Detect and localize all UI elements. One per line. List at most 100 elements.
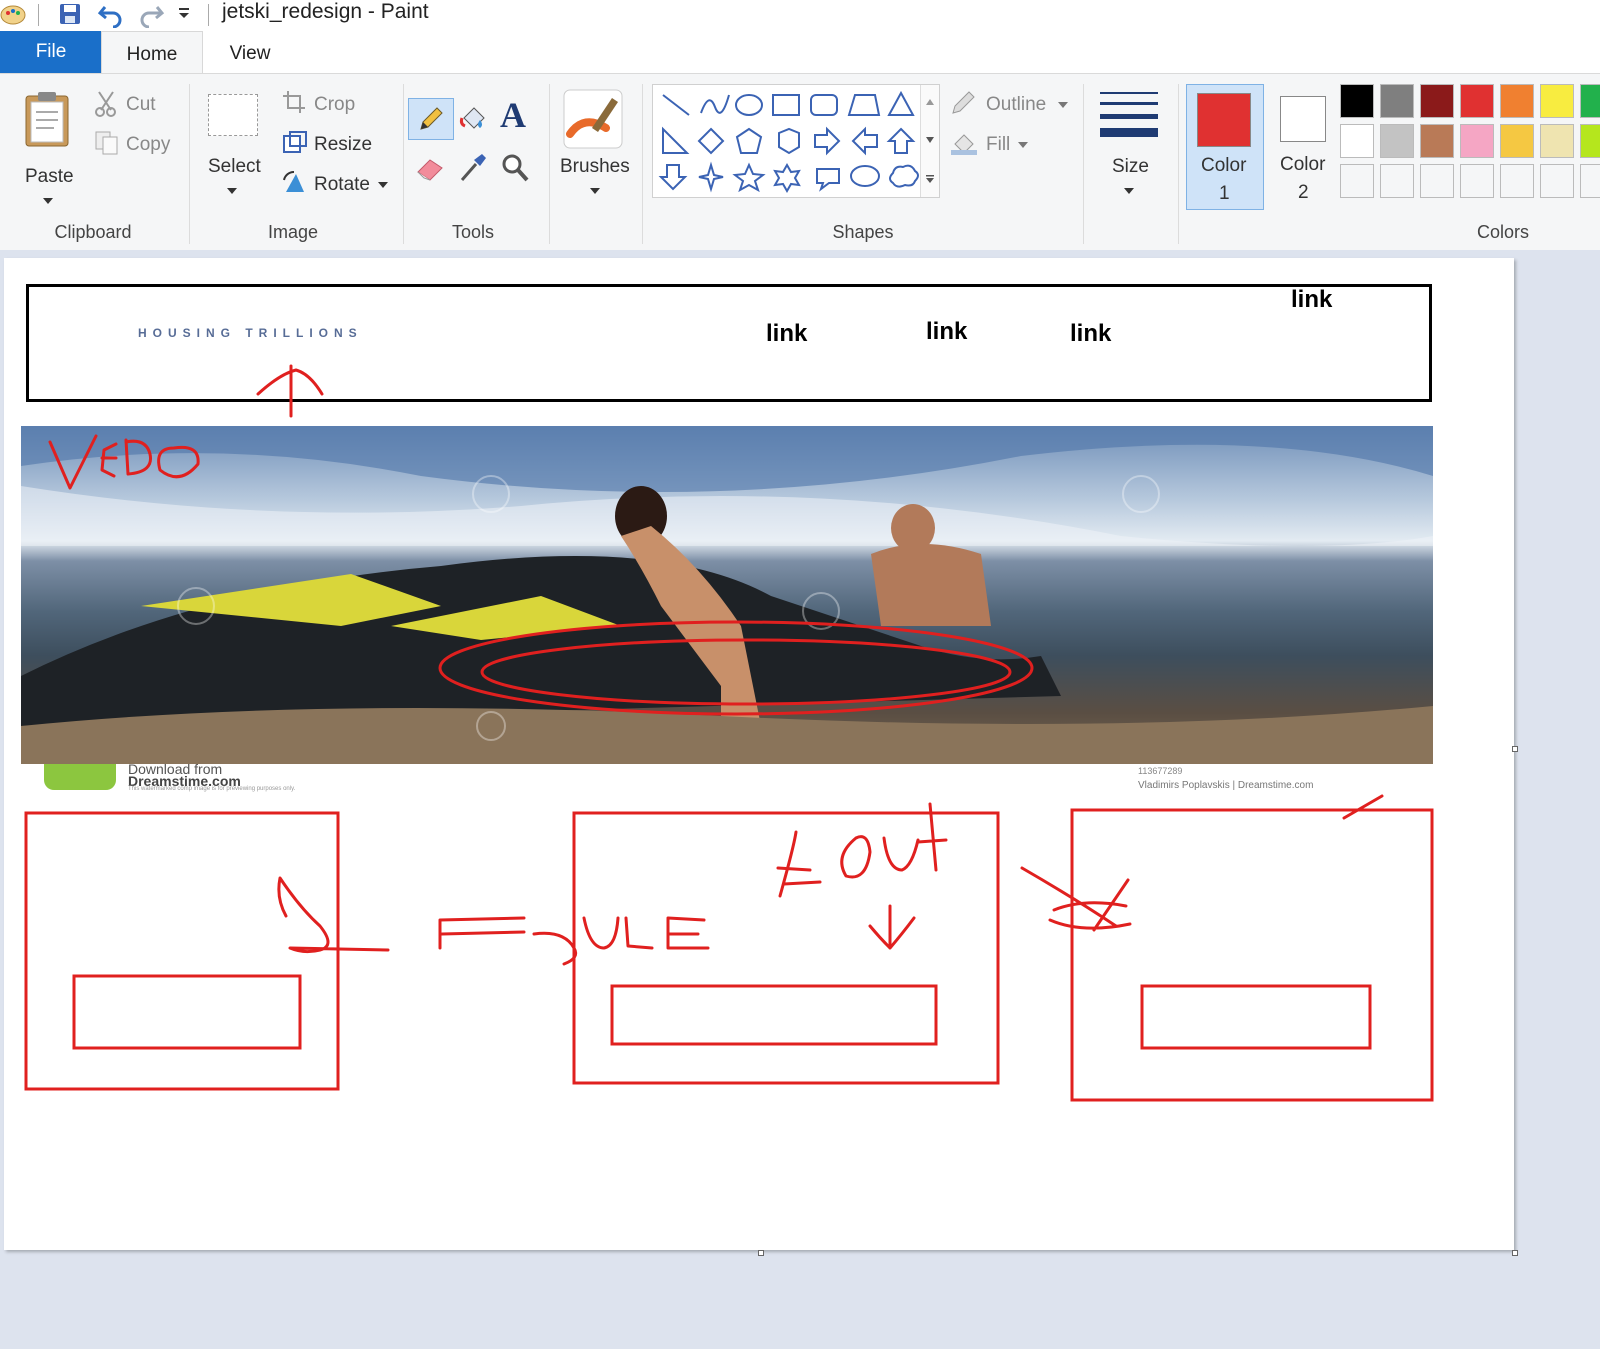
fill-bucket-icon[interactable] xyxy=(458,102,490,134)
dropdown-arrow-icon xyxy=(1124,188,1134,194)
palette-swatch[interactable] xyxy=(1460,164,1494,198)
palette-swatch[interactable] xyxy=(1420,124,1454,158)
dropdown-arrow-icon xyxy=(590,188,600,194)
scissors-icon xyxy=(95,91,116,117)
palette-swatch[interactable] xyxy=(1580,124,1600,158)
ribbon-separator xyxy=(549,84,550,244)
text-tool[interactable]: A xyxy=(500,94,526,136)
palette-swatch[interactable] xyxy=(1340,164,1374,198)
palette-swatch[interactable] xyxy=(1500,124,1534,158)
crop-button[interactable]: Crop xyxy=(282,90,372,120)
canvas-resize-handle-corner[interactable] xyxy=(1512,1250,1518,1256)
selection-rectangle-icon xyxy=(208,94,258,136)
resize-button[interactable]: Resize xyxy=(282,130,372,160)
scroll-down-icon xyxy=(926,137,934,143)
select-label: Select xyxy=(208,156,261,177)
palette-swatch[interactable] xyxy=(1420,84,1454,118)
clipboard-icon xyxy=(25,92,69,147)
image-group-label: Image xyxy=(267,222,319,242)
gallery-more-icon xyxy=(926,175,934,183)
tab-home[interactable]: Home xyxy=(101,31,203,74)
color2-swatch xyxy=(1280,96,1326,142)
eraser-icon[interactable] xyxy=(414,154,446,182)
palette-swatch[interactable] xyxy=(1580,164,1600,198)
shapes-group-label: Shapes xyxy=(832,222,894,242)
palette-swatch[interactable] xyxy=(1380,84,1414,118)
brushes-button[interactable]: Brushes xyxy=(556,84,632,214)
canvas-area: HOUSING TRILLIONS link link link link Do… xyxy=(0,250,1600,1349)
canvas-resize-handle-bottom[interactable] xyxy=(758,1250,764,1256)
palette-swatch[interactable] xyxy=(1380,164,1414,198)
scroll-up-icon xyxy=(926,99,934,105)
pencil-tool[interactable] xyxy=(408,98,454,140)
palette-swatch[interactable] xyxy=(1500,164,1534,198)
undo-icon[interactable] xyxy=(97,2,125,28)
dropdown-arrow-icon xyxy=(43,198,53,204)
color2-number: 2 xyxy=(1298,182,1309,203)
canvas-resize-handle-right[interactable] xyxy=(1512,746,1518,752)
palette-swatch[interactable] xyxy=(1540,164,1574,198)
color2-button[interactable]: Color 2 xyxy=(1266,84,1342,208)
palette-swatch[interactable] xyxy=(1380,124,1414,158)
select-button[interactable]: Select xyxy=(204,90,266,210)
ribbon-separator xyxy=(1178,84,1179,244)
palette-swatch[interactable] xyxy=(1340,124,1374,158)
palette-swatch[interactable] xyxy=(1540,84,1574,118)
palette-swatch[interactable] xyxy=(1500,84,1534,118)
pencil-icon xyxy=(420,107,443,130)
cut-label: Cut xyxy=(126,94,156,115)
drawing-canvas[interactable]: HOUSING TRILLIONS link link link link Do… xyxy=(4,258,1514,1250)
tab-view[interactable]: View xyxy=(206,31,294,73)
palette-swatch[interactable] xyxy=(1460,124,1494,158)
palette-swatch[interactable] xyxy=(1460,84,1494,118)
tab-file[interactable]: File xyxy=(0,31,102,73)
shape-icons xyxy=(658,90,919,194)
color1-swatch xyxy=(1197,93,1251,147)
outline-pencil-icon xyxy=(952,91,975,114)
ribbon-tabs: File Home View xyxy=(0,31,1600,74)
paste-button[interactable]: Paste xyxy=(18,84,78,204)
customize-quick-access-icon[interactable] xyxy=(178,6,190,20)
palette-swatch[interactable] xyxy=(1580,84,1600,118)
save-icon[interactable] xyxy=(58,2,82,26)
crop-label: Crop xyxy=(314,94,356,115)
fill-icon xyxy=(951,134,977,155)
rotate-label: Rotate xyxy=(314,174,370,195)
color-palette xyxy=(1340,84,1600,204)
window-title: jetski_redesign - Paint xyxy=(222,0,429,23)
palette-swatch[interactable] xyxy=(1420,164,1454,198)
palette-swatch[interactable] xyxy=(1340,84,1374,118)
magnifier-icon[interactable] xyxy=(500,152,530,184)
dropdown-arrow-icon xyxy=(1058,102,1068,108)
ribbon-separator xyxy=(189,84,190,244)
color-picker-icon[interactable] xyxy=(458,152,488,184)
dropdown-arrow-icon xyxy=(378,182,388,188)
palette-swatch[interactable] xyxy=(1540,124,1574,158)
fill-button[interactable]: Fill xyxy=(950,130,1070,160)
ribbon-separator xyxy=(1083,84,1084,244)
ribbon-separator xyxy=(403,84,404,244)
brush-icon xyxy=(563,89,623,149)
outline-label: Outline xyxy=(986,94,1047,115)
tools-group-label: Tools xyxy=(451,222,495,242)
qa-separator xyxy=(38,4,39,26)
colors-group-label: Colors xyxy=(1476,222,1529,242)
rotate-button[interactable]: Rotate xyxy=(282,170,392,200)
brushes-label: Brushes xyxy=(560,156,630,177)
size-button[interactable]: Size xyxy=(1094,84,1164,214)
size-label: Size xyxy=(1112,156,1149,177)
copy-button[interactable]: Copy xyxy=(94,130,174,160)
title-bar: jetski_redesign - Paint xyxy=(0,0,1600,31)
shapes-gallery[interactable] xyxy=(652,84,940,198)
redo-icon[interactable] xyxy=(137,2,165,28)
cut-button[interactable]: Cut xyxy=(94,90,174,120)
resize-label: Resize xyxy=(314,134,373,155)
dropdown-arrow-icon xyxy=(227,188,237,194)
outline-button[interactable]: Outline xyxy=(950,90,1070,120)
copy-label: Copy xyxy=(126,134,171,155)
ribbon-separator xyxy=(642,84,643,244)
color1-button[interactable]: Color 1 xyxy=(1186,84,1264,210)
line-size-icon xyxy=(1100,92,1158,137)
red-ink-annotations xyxy=(24,364,1434,1102)
dropdown-arrow-icon xyxy=(1018,142,1028,148)
